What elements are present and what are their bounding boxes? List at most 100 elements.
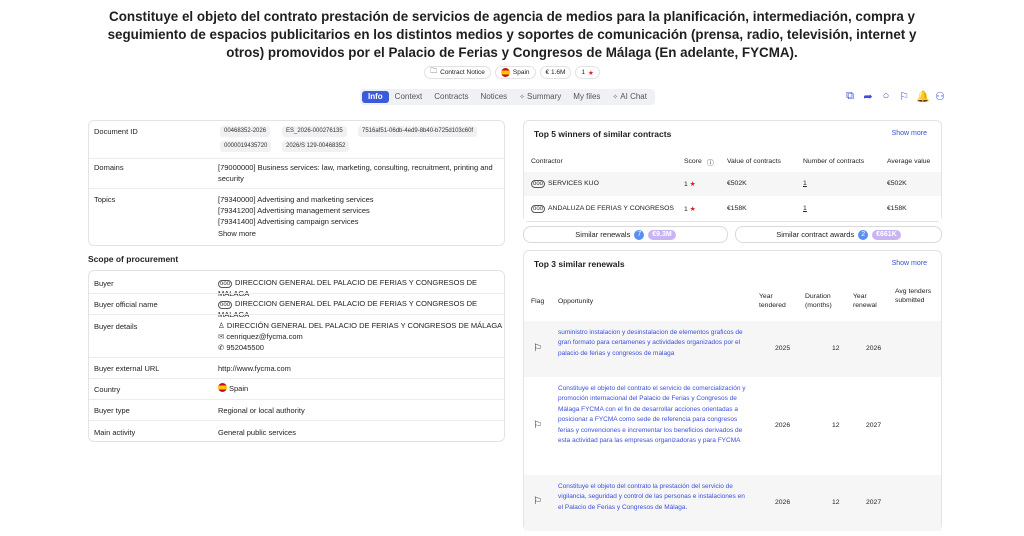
buyer-link[interactable]: ooo DIRECCION GENERAL DEL PALACIO DE FERI… <box>218 277 504 300</box>
flag-icon[interactable]: ⚐ <box>898 90 910 103</box>
buyer-official-link[interactable]: ooo DIRECCION GENERAL DEL PALACIO DE FERI… <box>218 298 504 321</box>
document-id-label: Document ID <box>94 127 138 136</box>
tab-summary-label: Summary <box>527 92 562 101</box>
buyer-phone: ✆ 952045500 <box>218 342 264 353</box>
year-renewal-cell: 2026 <box>866 345 882 352</box>
year-tendered-cell: 2026 <box>775 499 791 506</box>
tab-context[interactable]: Context <box>389 91 429 103</box>
score-value: 1 <box>684 206 688 213</box>
summary-chips: 🗀 Contract Notice Spain € 1.6M 1 ★ <box>0 66 1024 79</box>
topic-link[interactable]: [79341400] Advertising campaign services <box>218 216 359 227</box>
value-label: € 1.6M <box>545 69 566 76</box>
buyer-email-text: cenriquez@fycma.com <box>226 332 303 341</box>
contractor-link[interactable]: ooo ANDALUZA DE FERIAS Y CONGRESOS <box>531 205 674 213</box>
contractor-name: SERVICES KUO <box>548 180 599 187</box>
star-icon: ★ <box>689 206 696 213</box>
buyer-email[interactable]: ✉ cenriquez@fycma.com <box>218 331 303 342</box>
buyer-url-link[interactable]: http://www.fycma.com <box>218 363 291 374</box>
score-label: 1 <box>581 69 586 76</box>
similar-awards-count: 2 <box>858 229 869 240</box>
table-row[interactable]: ooo SERVICES KUO 1 ★ €502K 1 €502K <box>524 172 941 196</box>
renewals-show-more-link[interactable]: Show more <box>892 260 927 267</box>
main-activity-value: General public services <box>218 428 296 437</box>
duration-cell: 12 <box>832 422 840 429</box>
add-user-icon[interactable]: ⚇ <box>934 90 946 103</box>
buyer-url-label: Buyer external URL <box>94 364 160 373</box>
winners-show-more-link[interactable]: Show more <box>892 130 927 137</box>
entity-icon: ooo <box>218 301 233 309</box>
export-icon[interactable]: ⧉ <box>844 90 856 103</box>
domain-link[interactable]: [79000000] Business services: law, marke… <box>218 162 498 185</box>
tab-ai-chat[interactable]: ✧ AI Chat <box>606 91 653 103</box>
topic-link[interactable]: [79341200] Advertising management servic… <box>218 205 370 216</box>
renewals-title: Top 3 similar renewals <box>534 259 625 269</box>
avg-cell: €158K <box>887 205 907 212</box>
count-link[interactable]: 1 <box>803 205 807 212</box>
avg-cell: €502K <box>887 180 907 187</box>
tab-notices[interactable]: Notices <box>474 91 513 103</box>
flag-icon[interactable]: ⚐ <box>533 343 542 354</box>
document-id-chip: 2026/S 129-00468352 <box>282 141 350 152</box>
opportunity-link[interactable]: Constituye el objeto del contrato la pre… <box>558 482 748 513</box>
flag-icon[interactable]: ⚐ <box>533 496 542 507</box>
tab-my-files[interactable]: My files <box>567 91 606 103</box>
buyer-details-name-text: DIRECCIÓN GENERAL DEL PALACIO DE FERIAS … <box>226 321 503 330</box>
similar-awards-label: Similar contract awards <box>776 230 855 239</box>
country-row-label: Country <box>94 385 121 394</box>
tab-ai-chat-label: AI Chat <box>620 92 647 101</box>
buyer-details-label: Buyer details <box>94 322 138 331</box>
similar-renewals-amount: €9.3M <box>648 229 676 240</box>
buyer-name: DIRECCION GENERAL DEL PALACIO DE FERIAS … <box>218 278 478 299</box>
col-number: Number of contracts <box>803 158 865 165</box>
table-row[interactable]: ⚐ Constituye el objeto del contrato la p… <box>524 475 941 531</box>
contractor-name: ANDALUZA DE FERIAS Y CONGRESOS <box>548 205 674 212</box>
divider <box>89 314 504 315</box>
buyer-official-name: DIRECCION GENERAL DEL PALACIO DE FERIAS … <box>218 299 478 320</box>
duration-cell: 12 <box>832 499 840 506</box>
year-renewal-cell: 2027 <box>866 499 882 506</box>
star-icon: ★ <box>588 69 594 77</box>
share-icon[interactable]: ➦ <box>862 90 874 103</box>
similar-renewals-pill[interactable]: Similar renewals 7 €9.3M <box>523 226 728 243</box>
buyer-phone-text: 952045500 <box>226 343 264 352</box>
year-renewal-cell: 2027 <box>866 422 882 429</box>
country-value-text: Spain <box>229 384 249 393</box>
bell-icon[interactable]: 🔔 <box>916 90 930 103</box>
country-chip: Spain <box>494 66 536 79</box>
table-row[interactable]: ⚐ suministro instalacion y desinstalacio… <box>524 321 941 377</box>
entity-icon: ooo <box>218 280 233 288</box>
action-icons: ⧉ ➦ ○ ⚐ 🔔 ⚇ <box>844 90 946 103</box>
similar-awards-pill[interactable]: Similar contract awards 2 €661K <box>735 226 942 243</box>
page-title: Constituye el objeto del contrato presta… <box>107 9 917 60</box>
opportunity-link[interactable]: Constituye el objeto del contrato el ser… <box>558 384 748 446</box>
buyer-details-name: ♙ DIRECCIÓN GENERAL DEL PALACIO DE FERIA… <box>218 320 502 331</box>
value-chip: € 1.6M <box>539 66 572 79</box>
col-contractor: Contractor <box>531 158 563 165</box>
buyer-type-label: Buyer type <box>94 406 130 415</box>
tab-info[interactable]: Info <box>362 91 389 103</box>
tab-summary[interactable]: ✧ Summary <box>513 91 567 103</box>
similar-renewals-label: Similar renewals <box>575 230 631 239</box>
folder-icon: 🗀 <box>430 68 438 75</box>
sparkle-icon: ✧ <box>519 94 526 101</box>
table-row[interactable]: ⚐ Constituye el objeto del contrato el s… <box>524 377 941 475</box>
divider <box>89 158 504 159</box>
col-avg-tenders: Avg tenders submitted <box>895 288 932 304</box>
contractor-link[interactable]: ooo SERVICES KUO <box>531 180 599 188</box>
tab-contracts[interactable]: Contracts <box>428 91 474 103</box>
opportunity-link[interactable]: suministro instalacion y desinstalacion … <box>558 328 748 359</box>
notice-type-chip: 🗀 Contract Notice <box>424 66 491 79</box>
table-row[interactable]: ooo ANDALUZA DE FERIAS Y CONGRESOS 1 ★ €1… <box>524 197 941 221</box>
buyer-label: Buyer <box>94 279 114 288</box>
notice-type-label: Contract Notice <box>440 69 485 76</box>
col-duration: Duration (months) <box>805 293 832 309</box>
score-chip: 1 ★ <box>575 66 600 79</box>
col-value: Value of contracts <box>727 158 781 165</box>
score-cell: 1 ★ <box>684 180 696 188</box>
flag-icon[interactable]: ⚐ <box>533 420 542 431</box>
comment-icon[interactable]: ○ <box>880 90 892 103</box>
count-link[interactable]: 1 <box>803 180 807 187</box>
buyer-type-value: Regional or local authority <box>218 406 305 415</box>
topic-link[interactable]: [79340000] Advertising and marketing ser… <box>218 194 374 205</box>
topics-show-more-link[interactable]: Show more <box>218 228 256 239</box>
